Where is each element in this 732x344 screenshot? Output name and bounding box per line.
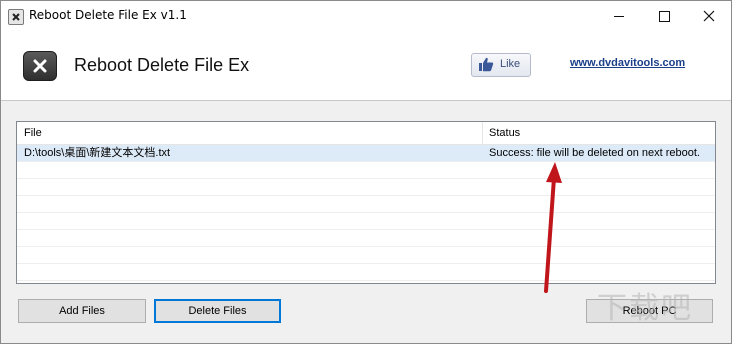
list-row[interactable] bbox=[17, 264, 715, 281]
window-title: Reboot Delete File Ex v1.1 bbox=[29, 8, 187, 22]
minimize-button[interactable] bbox=[597, 1, 641, 31]
thumbs-up-icon bbox=[479, 57, 494, 72]
like-button[interactable]: Like bbox=[471, 53, 531, 77]
like-label: Like bbox=[500, 58, 521, 70]
list-row[interactable]: D:\tools\桌面\新建文本文档.txt Success: file will… bbox=[17, 145, 715, 162]
file-path-cell: D:\tools\桌面\新建文本文档.txt bbox=[24, 147, 171, 159]
list-row[interactable] bbox=[17, 247, 715, 264]
close-cross-icon bbox=[12, 13, 20, 21]
add-files-button[interactable]: Add Files bbox=[18, 299, 146, 323]
app-icon[interactable] bbox=[8, 9, 24, 25]
maximize-button[interactable] bbox=[642, 1, 686, 31]
maximize-icon bbox=[659, 11, 670, 22]
list-row[interactable] bbox=[17, 213, 715, 230]
title-bar[interactable]: Reboot Delete File Ex v1.1 bbox=[1, 1, 731, 31]
delete-x-icon bbox=[33, 59, 47, 73]
list-row[interactable] bbox=[17, 196, 715, 213]
watermark: 下载吧 bbox=[597, 291, 693, 326]
status-cell: Success: file will be deleted on next re… bbox=[489, 147, 700, 159]
header-banner: Reboot Delete File Ex Like www.dvdavitoo… bbox=[1, 31, 731, 101]
delete-files-button[interactable]: Delete Files bbox=[154, 299, 281, 323]
close-button[interactable] bbox=[687, 1, 731, 31]
file-list[interactable]: File Status D:\tools\桌面\新建文本文档.txt Succes… bbox=[16, 121, 716, 284]
close-icon bbox=[703, 10, 715, 22]
list-row[interactable] bbox=[17, 162, 715, 179]
minimize-icon bbox=[614, 16, 624, 17]
list-header: File Status bbox=[17, 122, 715, 145]
app-window: Reboot Delete File Ex v1.1 Reboot Delete… bbox=[0, 0, 732, 344]
column-header-status[interactable]: Status bbox=[483, 122, 715, 144]
list-row[interactable] bbox=[17, 179, 715, 196]
header-title: Reboot Delete File Ex bbox=[74, 55, 250, 75]
logo-icon bbox=[23, 51, 57, 81]
website-link[interactable]: www.dvdavitools.com bbox=[570, 57, 685, 69]
column-header-file[interactable]: File bbox=[17, 122, 483, 144]
list-row[interactable] bbox=[17, 230, 715, 247]
